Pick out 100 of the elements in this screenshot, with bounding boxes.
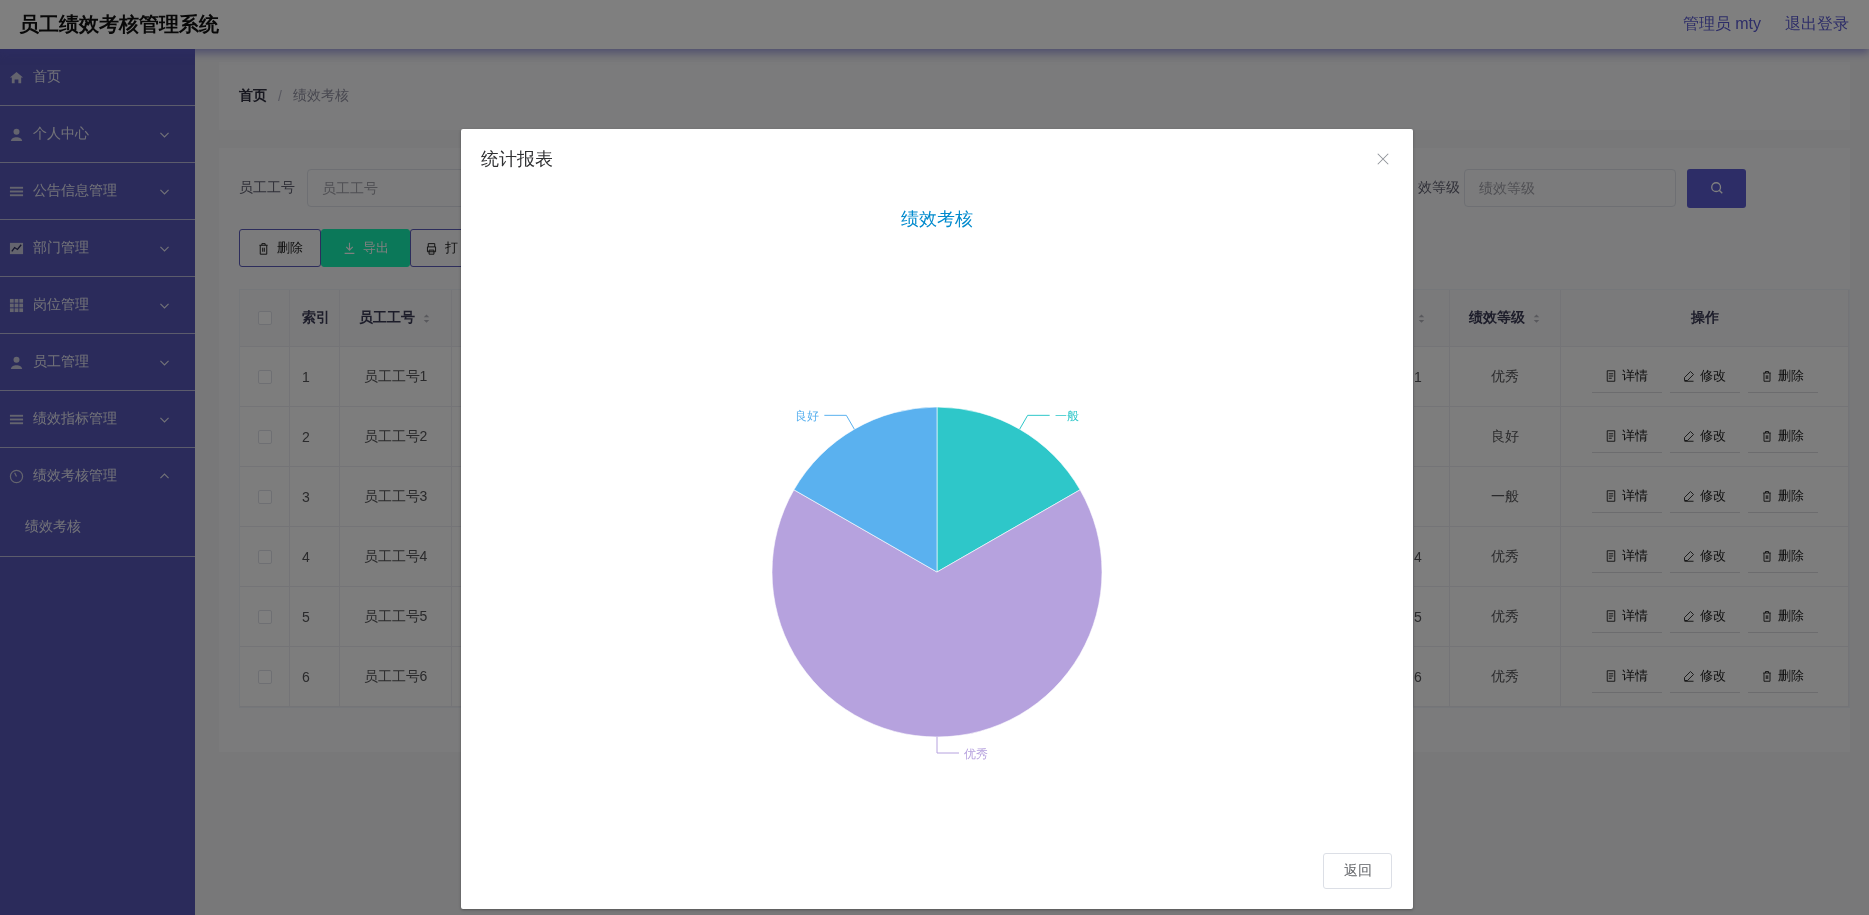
- search-icon: [1709, 181, 1724, 195]
- slice-label: 良好: [795, 408, 820, 423]
- row-action-button[interactable]: 删除: [1747, 600, 1818, 633]
- gauge-icon: [9, 468, 24, 484]
- app-title: 员工绩效考核管理系统: [19, 12, 219, 37]
- back-button[interactable]: 返回: [1323, 853, 1392, 889]
- table-cell: 2: [302, 428, 310, 445]
- logout-link[interactable]: 退出登录: [1785, 14, 1849, 35]
- sidebar-item[interactable]: 员工管理: [0, 334, 195, 390]
- table-cell: 员工工号5: [363, 607, 428, 626]
- row-action-button[interactable]: 删除: [1747, 420, 1818, 453]
- trash-icon: [1761, 610, 1773, 622]
- table-cell: 1: [1414, 368, 1422, 385]
- sidebar-item[interactable]: 部门管理: [0, 220, 195, 276]
- trash-icon: [1761, 430, 1773, 442]
- chart-title: 绩效考核: [901, 209, 973, 229]
- download-icon: [342, 241, 356, 255]
- sidebar-item[interactable]: 公告信息管理: [0, 163, 195, 219]
- breadcrumb-item[interactable]: 首页: [239, 87, 267, 105]
- row-action-button[interactable]: 修改: [1669, 660, 1740, 693]
- slice-label: 一般: [1054, 408, 1079, 423]
- table-cell: 员工工号3: [363, 487, 428, 506]
- pencil-icon: [1683, 490, 1695, 502]
- leader-line: [1019, 414, 1051, 430]
- table-cell: 优秀: [1491, 547, 1519, 566]
- sidebar-subitem[interactable]: 绩效考核: [25, 518, 81, 536]
- user-link[interactable]: 管理员 mty: [1682, 14, 1761, 35]
- column-header: 操作: [1690, 309, 1719, 327]
- table-cell: 4: [302, 548, 310, 565]
- table-cell: 优秀: [1491, 607, 1519, 626]
- row-action-button[interactable]: 修改: [1669, 420, 1740, 453]
- table-cell: 4: [1414, 548, 1422, 565]
- table-cell: 良好: [1491, 427, 1519, 446]
- row-action-button[interactable]: 删除: [1747, 540, 1818, 573]
- table-cell: 5: [1414, 608, 1422, 625]
- printer-icon: [425, 241, 438, 255]
- user-icon: [9, 126, 24, 142]
- document-icon: [1605, 670, 1617, 682]
- search-button[interactable]: [1687, 168, 1746, 208]
- table-cell: 1: [302, 368, 310, 385]
- table-cell: 6: [302, 668, 310, 685]
- row-action-button[interactable]: 修改: [1669, 600, 1740, 633]
- table-cell: 员工工号2: [363, 427, 428, 446]
- row-action-button[interactable]: 删除: [1747, 660, 1818, 693]
- trash-icon: [257, 241, 270, 255]
- table-cell: 3: [302, 488, 310, 505]
- pencil-icon: [1683, 610, 1695, 622]
- close-icon: [1376, 152, 1390, 166]
- document-icon: [1605, 550, 1617, 562]
- table-cell: 一般: [1491, 487, 1519, 506]
- table-cell: 员工工号6: [363, 667, 428, 686]
- trash-icon: [1761, 370, 1773, 382]
- document-icon: [1605, 370, 1617, 382]
- table-cell: 员工工号4: [363, 547, 428, 566]
- row-action-button[interactable]: 详情: [1591, 600, 1662, 633]
- row-action-button[interactable]: 删除: [1747, 480, 1818, 513]
- sidebar-item[interactable]: 绩效指标管理: [0, 391, 195, 447]
- row-action-button[interactable]: 修改: [1669, 480, 1740, 513]
- row-action-button[interactable]: 详情: [1591, 420, 1662, 453]
- slice-label: 优秀: [964, 746, 988, 761]
- document-icon: [1605, 610, 1617, 622]
- table-cell: 员工工号1: [363, 367, 428, 386]
- trash-icon: [1761, 550, 1773, 562]
- pencil-icon: [1683, 670, 1695, 682]
- home-icon: [9, 69, 24, 85]
- field-label: 效等级: [1418, 179, 1460, 197]
- dialog-title: 统计报表: [481, 148, 553, 171]
- sidebar-item[interactable]: 岗位管理: [0, 277, 195, 333]
- row-action-button[interactable]: 修改: [1669, 360, 1740, 393]
- table-cell: 6: [1414, 668, 1422, 685]
- sidebar-item[interactable]: 首页: [0, 49, 195, 105]
- document-icon: [1605, 430, 1617, 442]
- row-action-button[interactable]: 详情: [1591, 360, 1662, 393]
- leader-line: [936, 736, 960, 754]
- column-header: 绩效等级: [1468, 309, 1525, 327]
- table-cell: 优秀: [1491, 367, 1519, 386]
- pencil-icon: [1683, 370, 1695, 382]
- column-header: 员工工号: [359, 309, 415, 327]
- pencil-icon: [1683, 430, 1695, 442]
- row-action-button[interactable]: 修改: [1669, 540, 1740, 573]
- chart-icon: [9, 240, 24, 256]
- leader-line: [823, 414, 855, 430]
- column-header: 索引: [302, 309, 330, 327]
- user-icon: [9, 354, 24, 370]
- grid-icon: [9, 297, 24, 313]
- sidebar-item[interactable]: 绩效考核管理: [0, 448, 195, 504]
- document-icon: [1605, 490, 1617, 502]
- row-action-button[interactable]: 删除: [1747, 360, 1818, 393]
- row-action-button[interactable]: 详情: [1591, 540, 1662, 573]
- row-action-button[interactable]: 详情: [1591, 660, 1662, 693]
- sidebar-item[interactable]: 个人中心: [0, 106, 195, 162]
- trash-icon: [1761, 670, 1773, 682]
- row-action-button[interactable]: 详情: [1591, 480, 1662, 513]
- table-cell: 5: [302, 608, 310, 625]
- table-cell: 优秀: [1491, 667, 1519, 686]
- field-label: 员工工号: [239, 179, 295, 197]
- delete-button[interactable]: 删除: [239, 229, 321, 267]
- breadcrumb-separator: /: [278, 88, 282, 104]
- pencil-icon: [1683, 550, 1695, 562]
- trash-icon: [1761, 490, 1773, 502]
